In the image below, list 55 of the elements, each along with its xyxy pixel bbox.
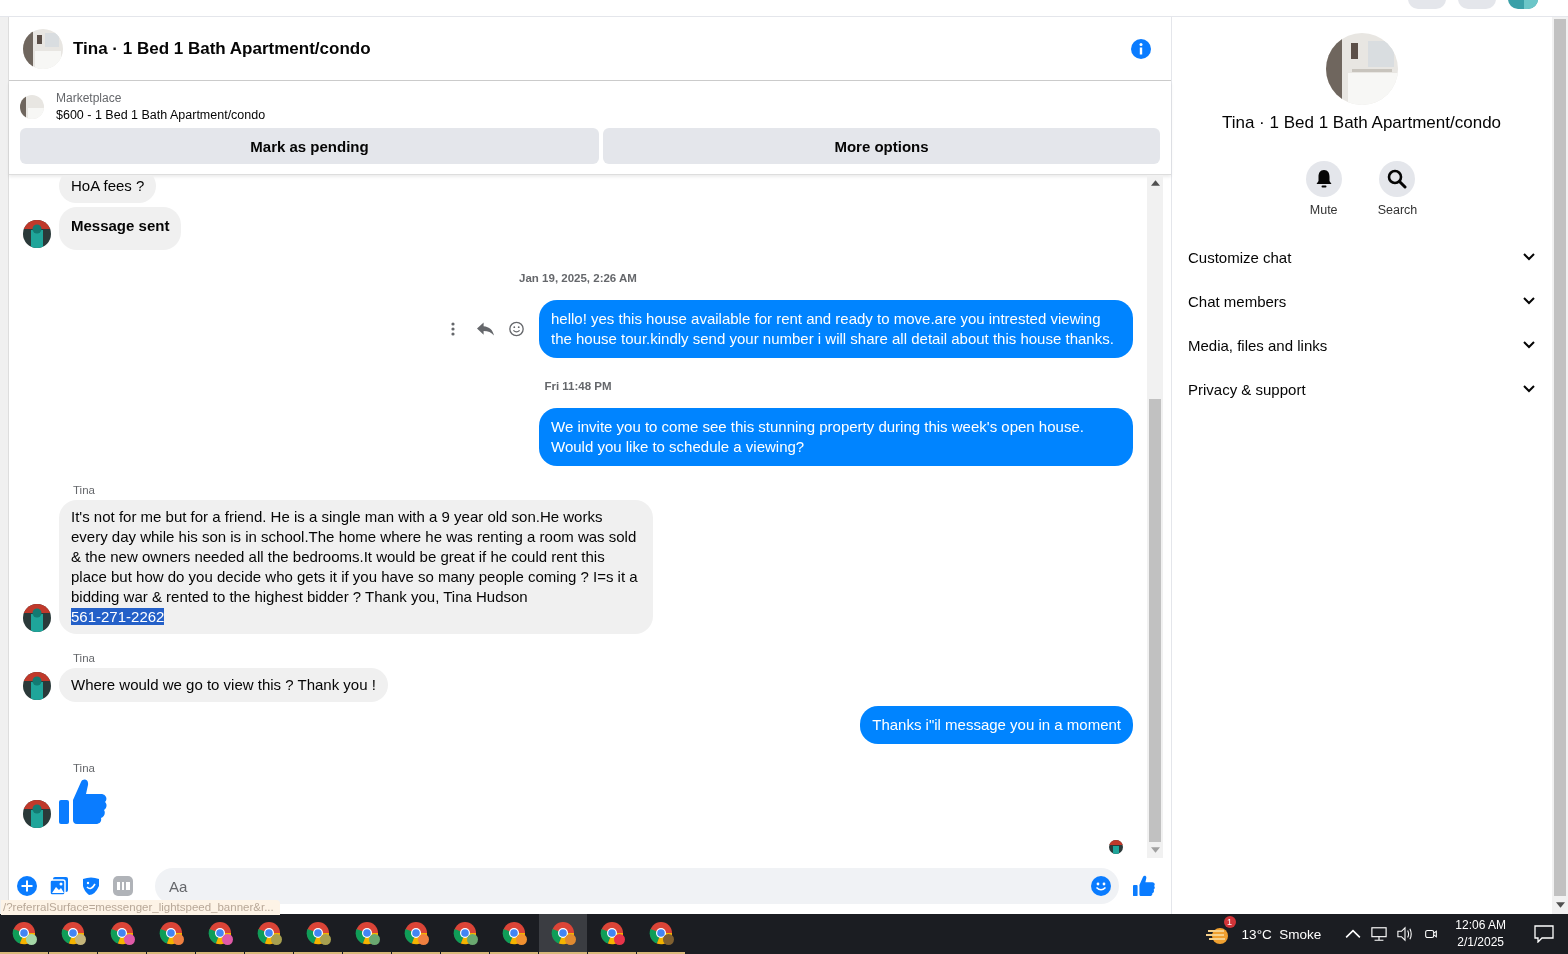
- message-bubble: Thanks i"il message you in a moment: [860, 706, 1133, 744]
- message-timestamp: Jan 19, 2025, 2:26 AM: [519, 272, 637, 284]
- section-row[interactable]: Customize chat: [1172, 235, 1551, 279]
- conversation-title: Tina · 1 Bed 1 Bath Apartment/condo: [1221, 113, 1502, 133]
- listing-action-button[interactable]: Mark as pending: [20, 128, 599, 164]
- notifications-icon[interactable]: [1534, 925, 1554, 943]
- action-button[interactable]: [1379, 161, 1416, 197]
- sticker-icon[interactable]: [81, 876, 101, 896]
- section-row[interactable]: Chat members: [1172, 279, 1551, 323]
- message-bubble: It's not for me but for a friend. He is a single man with a 9 year old son.He works every day while his son is in school.The home where he was renting a room was sold & the new owners needed all the bedrooms.It would be great if he could rent this place but how do you decide who gets it if you have so many people coming ? I=s it a bidding war & rented to the highest bidder ? Thank you, Tina Hudson 561-271-2262: [59, 500, 653, 634]
- reply-icon[interactable]: [477, 321, 494, 337]
- more-icon[interactable]: [451, 322, 455, 336]
- scroll-down-icon[interactable]: [1555, 902, 1565, 908]
- plus-icon[interactable]: [17, 876, 37, 896]
- volume-icon[interactable]: [1397, 926, 1414, 942]
- section-row[interactable]: Media, files and links: [1172, 323, 1551, 367]
- weather-text[interactable]: 13°C Smoke: [1241, 926, 1322, 942]
- listing-summary: $600 - 1 Bed 1 Bath Apartment/condo: [56, 108, 266, 122]
- status-url: /?referralSurface=messenger_lightspeed_banner&r...: [1, 900, 280, 915]
- message-bubble: HoA fees ?: [59, 175, 157, 203]
- browser-taskbar-button[interactable]: [539, 914, 587, 954]
- message-bubble: We invite you to come see this stunning property during this week's open house. Would you like to schedule a viewing?: [539, 408, 1133, 466]
- emoji-icon[interactable]: [1091, 876, 1111, 896]
- action-button[interactable]: [1305, 161, 1342, 197]
- listing-source: Marketplace: [56, 91, 123, 105]
- scrollbar-thumb[interactable]: [1149, 399, 1161, 842]
- search-icon: [1387, 169, 1408, 189]
- emoji-icon[interactable]: [508, 321, 525, 337]
- info-icon[interactable]: [1131, 38, 1151, 59]
- listing-action-button[interactable]: More options: [603, 128, 1160, 164]
- conversation-title: Tina · 1 Bed 1 Bath Apartment/condo: [73, 38, 372, 59]
- chevron-icon: [1523, 341, 1535, 349]
- notification-badge: 1: [1223, 916, 1236, 928]
- chevron-icon: [1523, 385, 1535, 393]
- action-label: Mute: [1309, 203, 1338, 217]
- message-bubble: Where would we go to view this ? Thank you !: [59, 668, 388, 702]
- image-icon[interactable]: [49, 876, 69, 896]
- scroll-up-icon[interactable]: [1150, 180, 1160, 186]
- chevron-icon: [1523, 253, 1535, 261]
- message-input[interactable]: Aa: [167, 876, 1091, 896]
- message-field[interactable]: Aa: [155, 868, 1119, 904]
- scrollbar-thumb[interactable]: [1554, 19, 1566, 896]
- clock[interactable]: 12:06 AM 2/1/2025: [1455, 917, 1506, 951]
- section-row[interactable]: Privacy & support: [1172, 367, 1551, 411]
- chevron-icon: [1523, 297, 1535, 305]
- message-timestamp: Fri 11:48 PM: [544, 380, 612, 392]
- thumbs-up-icon[interactable]: [1133, 875, 1155, 897]
- sender-name: Tina: [73, 484, 96, 496]
- sender-name: Tina: [73, 762, 96, 774]
- action-label: Search: [1377, 203, 1418, 217]
- network-icon[interactable]: [1371, 926, 1388, 942]
- message-bubble: Message sent: [59, 207, 182, 250]
- sender-name: Tina: [73, 652, 96, 664]
- message-bubble: hello! yes this house available for rent and ready to move.are you intrested viewing the house tour.kindly send your number i will share all detail about this house thanks.: [539, 300, 1133, 358]
- thumbs-up-icon: [59, 778, 107, 826]
